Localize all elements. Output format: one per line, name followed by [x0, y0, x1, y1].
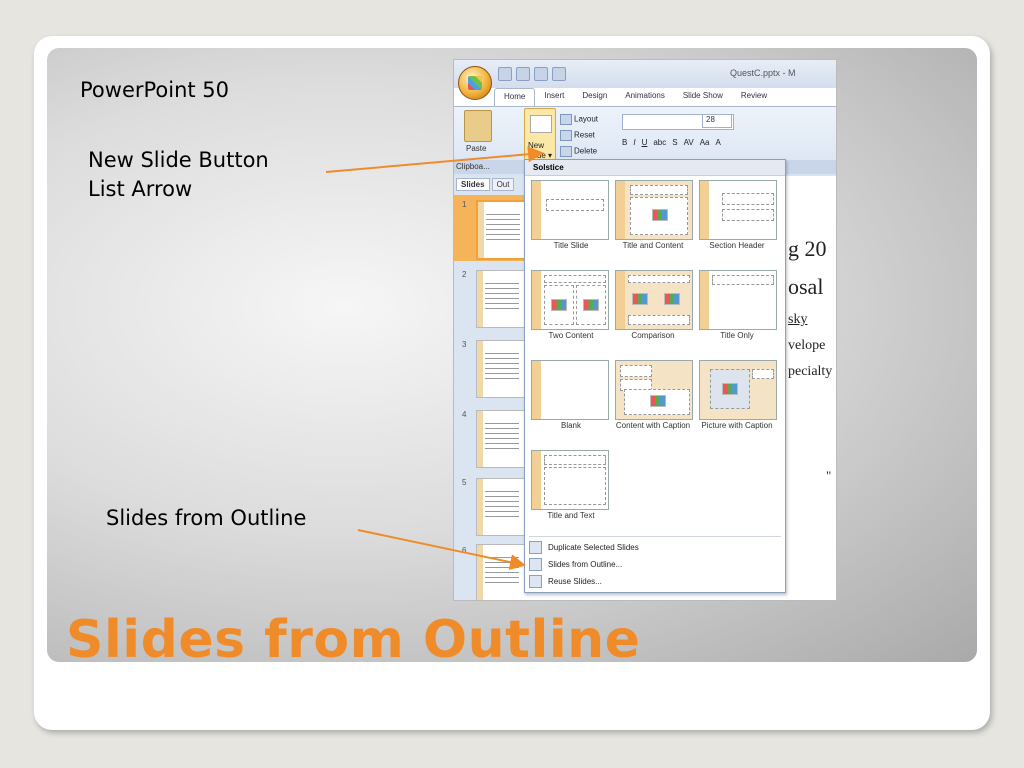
print-preview-icon[interactable] [552, 67, 566, 81]
slide-body-fragment: velope [788, 338, 826, 353]
powerpoint-label: PowerPoint 50 [80, 78, 230, 102]
presentation-slide: PowerPoint 50 New Slide Button List Arro… [0, 0, 1024, 768]
quick-access-toolbar [498, 67, 566, 81]
slide-thumbnail[interactable] [476, 478, 526, 536]
reset-label: Reset [574, 130, 595, 140]
slide-title: Slides from Outline [66, 610, 641, 670]
char-spacing-icon[interactable]: AV [684, 138, 694, 147]
reuse-slides-item[interactable]: Reuse Slides... [529, 574, 602, 590]
tab-home[interactable]: Home [494, 88, 536, 106]
layout-label: Content with Caption [615, 421, 691, 430]
menu-item-label: Duplicate Selected Slides [548, 543, 639, 552]
duplicate-selected-slides-item[interactable]: Duplicate Selected Slides [529, 540, 639, 556]
slides-from-outline-item[interactable]: Slides from Outline... [529, 557, 622, 573]
pane-tabs: Slides Out [456, 178, 515, 191]
layout-title-and-content[interactable] [615, 180, 693, 240]
layout-label: Comparison [631, 331, 675, 340]
slide-thumbnail[interactable] [476, 270, 526, 328]
slide-quote-fragment: " [826, 468, 832, 483]
reset-icon [560, 130, 572, 141]
slide-thumbnail[interactable] [476, 410, 526, 468]
layout-icon [560, 114, 572, 125]
layout-title-only[interactable] [699, 270, 777, 330]
tab-outline[interactable]: Out [491, 178, 515, 191]
tab-design[interactable]: Design [573, 88, 616, 106]
layout-title-slide[interactable] [531, 180, 609, 240]
layout-content-with-caption[interactable] [615, 360, 693, 420]
duplicate-icon [529, 541, 542, 555]
undo-icon[interactable] [516, 67, 530, 81]
tab-slides[interactable]: Slides [456, 178, 490, 191]
save-icon[interactable] [498, 67, 512, 81]
redo-icon[interactable] [534, 67, 548, 81]
layout-label: Section Header [709, 241, 765, 250]
tab-review[interactable]: Review [732, 88, 776, 106]
office-logo-icon [468, 76, 482, 90]
tab-animations[interactable]: Animations [616, 88, 674, 106]
slide-number: 6 [462, 546, 467, 555]
slide-thumbnail[interactable] [476, 340, 526, 398]
layout-label: Title and Text [547, 511, 595, 520]
bold-icon[interactable]: B [622, 138, 627, 147]
slides-from-outline-label: Slides from Outline [106, 506, 307, 530]
slide-number: 3 [462, 340, 467, 349]
slide-number: 2 [462, 270, 467, 279]
layout-comparison[interactable] [615, 270, 693, 330]
layout-label: Title Slide [553, 241, 589, 250]
layout-label: Title Only [720, 331, 754, 340]
clipboard-group-label: Clipboa... [456, 162, 490, 171]
new-slide-button-label: New Slide Button [88, 148, 269, 172]
layout-blank[interactable] [531, 360, 609, 420]
slide-number: 5 [462, 478, 467, 487]
slide-body-fragment: sky [788, 312, 808, 327]
office-button[interactable] [458, 66, 492, 100]
tab-insert[interactable]: Insert [535, 88, 573, 106]
list-arrow-label: List Arrow [88, 177, 193, 201]
layout-label: Picture with Caption [701, 421, 773, 430]
font-color-icon[interactable]: A [715, 138, 720, 147]
layout-picture-with-caption[interactable] [699, 360, 777, 420]
slide-title-fragment: osal [788, 274, 824, 299]
new-slide-gallery: Solstice Title Slide Title and Content S… [524, 159, 786, 593]
layout-title-and-text[interactable] [531, 450, 609, 510]
layout-two-content[interactable] [531, 270, 609, 330]
outline-icon [529, 558, 542, 572]
new-slide-icon [530, 115, 552, 133]
delete-button[interactable]: Delete [560, 146, 597, 157]
strikethrough-icon[interactable]: abc [653, 138, 666, 147]
layout-label: Title and Content [622, 241, 684, 250]
layout-label: Layout [574, 114, 599, 124]
menu-item-label: Reuse Slides... [548, 577, 602, 586]
format-toolbar: B I U abc S AV Aa A [622, 138, 721, 147]
gallery-theme-title: Solstice [525, 160, 785, 176]
menu-divider [529, 536, 781, 537]
menu-item-label: Slides from Outline... [548, 560, 623, 569]
window-title: QuestC.pptx - M [730, 68, 796, 78]
layout-label: Two Content [548, 331, 594, 340]
slide-number: 1 [462, 200, 467, 209]
reuse-slides-icon [529, 575, 542, 589]
reset-button[interactable]: Reset [560, 130, 595, 141]
layout-label: Blank [560, 421, 581, 430]
slide-body-fragment: pecialty [788, 364, 833, 379]
new-slide-label-1: New [528, 141, 545, 150]
change-case-icon[interactable]: Aa [700, 138, 710, 147]
layout-section-header[interactable] [699, 180, 777, 240]
delete-icon [560, 146, 572, 157]
shadow-icon[interactable]: S [672, 138, 677, 147]
italic-icon[interactable]: I [633, 138, 635, 147]
paste-icon[interactable] [464, 110, 492, 142]
slide-number: 4 [462, 410, 467, 419]
underline-icon[interactable]: U [642, 138, 648, 147]
slide-thumbnail[interactable] [476, 544, 526, 600]
font-size-box[interactable]: 28 [702, 114, 732, 128]
delete-label: Delete [574, 146, 598, 156]
layout-button[interactable]: Layout [560, 114, 598, 125]
tab-slide-show[interactable]: Slide Show [674, 88, 732, 106]
paste-label: Paste [466, 144, 487, 153]
ribbon-tabs: Home Insert Design Animations Slide Show… [494, 88, 776, 106]
slide-title-fragment: g 20 [788, 236, 827, 261]
slide-thumbnail[interactable] [476, 200, 528, 260]
